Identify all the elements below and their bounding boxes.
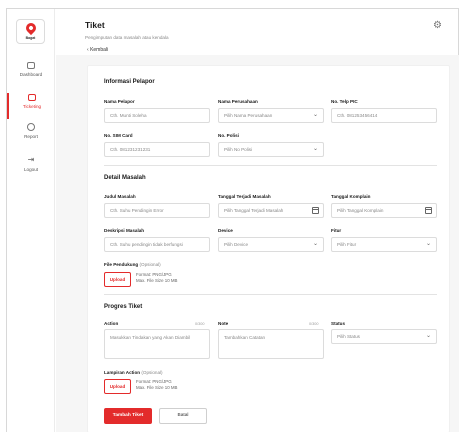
judul-masalah-label: Judul Masalah [104,194,136,199]
note-textarea[interactable]: Tambahkan Catatan [218,329,324,359]
sidebar-item-label: Logout [23,167,39,172]
file-size-hint: Max. File Size 10 MB [136,278,178,283]
page-subtitle: Pengimputan data masalah atau kendala [85,35,169,40]
back-label: Kembali [90,47,109,53]
calendar-icon [312,207,319,214]
file-pendukung-title: File Pendukung [104,262,139,267]
gear-icon[interactable]: ⚙ [433,21,442,31]
section-title-pelapor: Informasi Pelapor [104,79,155,85]
lampiran-action-label: Lampiran Action (Opsional) [104,370,163,375]
logo-text: Bagat [25,36,36,40]
nama-pelapor-label: Nama Pelapor [104,99,135,104]
optional-tag: (Opsional) [141,370,163,375]
back-link[interactable]: ‹ Kembali [87,47,108,53]
logout-icon: ⇥ [27,155,35,164]
select-value: Pilih Nama Perusahaan [224,113,273,118]
nama-perusahaan-label: Nama Perusahaan [218,99,258,104]
sidebar-item-label: Ticketing [22,104,42,109]
action-label: Action [104,321,119,326]
datepicker-value: Pilih Tanggal Komplain [337,208,384,213]
no-polisi-select[interactable]: Pilih No Polisi ⌄ [218,142,324,157]
nama-pelapor-input[interactable]: Cth. Munti Soleha [104,108,210,123]
nama-perusahaan-select[interactable]: Pilih Nama Perusahaan ⌄ [218,108,324,123]
lampiran-hint: Format: PNG/JPG Max. File Size 10 MB [136,379,177,391]
sim-card-input[interactable]: Cth. 081231231231 [104,142,210,157]
chevron-down-icon: ⌄ [312,112,318,118]
sim-card-label: No. SIM Card [104,133,133,138]
dashboard-icon [27,62,35,69]
sidebar-item-logout[interactable]: ⇥ Logout [7,155,55,181]
fitur-label: Fitur [331,228,342,233]
select-value: Pilih Status [337,334,360,339]
device-label: Device [218,228,233,233]
app-logo[interactable]: Bagat [16,19,45,44]
datepicker-value: Pilih Tanggal Terjadi Masalah [224,208,284,213]
ticket-icon [28,94,36,101]
upload-file-button[interactable]: Upload [104,272,131,287]
upload-lampiran-button[interactable]: Upload [104,379,131,394]
status-label: Status [331,321,346,326]
action-textarea[interactable]: Masukkan Tindakan yang Akan Diambil [104,329,210,359]
tgl-komplain-datepicker[interactable]: Pilih Tanggal Komplain [331,203,437,218]
action-char-counter: 0/300 [195,322,205,326]
sidebar-item-report[interactable]: Report [7,123,55,149]
chevron-down-icon: ⌄ [312,241,318,247]
divider [104,294,437,295]
ticket-form: Informasi Pelapor Nama Pelapor Cth. Munt… [87,65,450,432]
report-icon [27,123,35,131]
note-label: Note [218,321,229,326]
file-hint: Format: PNG/JPG Max. File Size 10 MB [136,272,177,284]
sidebar-item-label: Dashboard [19,72,43,77]
status-select[interactable]: Pilih Status ⌄ [331,329,437,344]
tgl-komplain-label: Tanggal Komplain [331,194,371,199]
page-title: Tiket [85,20,105,30]
deskripsi-label: Deskripsi Masalah [104,228,145,233]
tgl-terjadi-label: Tanggal Terjadi Masalah [218,194,271,199]
chevron-left-icon: ‹ [87,47,89,53]
tambah-tiket-button[interactable]: Tambah Tiket [104,408,152,424]
chevron-down-icon: ⌄ [425,241,431,247]
section-title-progres: Progres Tiket [104,304,143,310]
telp-pic-label: No. Telp PIC [331,99,358,104]
lampiran-action-title: Lampiran Action [104,370,141,375]
chevron-down-icon: ⌄ [425,333,431,339]
calendar-icon [425,207,432,214]
sidebar-item-ticketing[interactable]: Ticketing [7,93,55,119]
tgl-terjadi-datepicker[interactable]: Pilih Tanggal Terjadi Masalah [218,203,324,218]
fitur-select[interactable]: Pilih Fitur ⌄ [331,237,437,252]
no-polisi-label: No. Polisi [218,133,239,138]
location-pin-icon [23,20,39,36]
app-window: Bagat Dashboard Ticketing Report ⇥ Logou… [6,8,459,432]
device-select[interactable]: Pilih Device ⌄ [218,237,324,252]
file-size-hint: Max. File Size 10 MB [136,385,178,390]
optional-tag: (Opsional) [139,262,161,267]
divider [104,165,437,166]
note-char-counter: 0/300 [309,322,319,326]
section-title-masalah: Detail Masalah [104,175,146,181]
chevron-down-icon: ⌄ [312,146,318,152]
deskripsi-input[interactable]: Cth. Suhu pendingin tidak berfungsi [104,237,210,252]
select-value: Pilih No Polisi [224,147,253,152]
file-pendukung-label: File Pendukung (Opsional) [104,262,161,267]
batal-button[interactable]: Batal [159,408,207,424]
judul-masalah-input[interactable]: Cth. Suhu Pendingin Error [104,203,210,218]
telp-pic-input[interactable]: Cth. 081253456414 [331,108,437,123]
sidebar: Bagat Dashboard Ticketing Report ⇥ Logou… [7,9,55,432]
sidebar-item-label: Report [24,134,38,139]
select-value: Pilih Device [224,242,248,247]
sidebar-item-dashboard[interactable]: Dashboard [7,61,55,87]
select-value: Pilih Fitur [337,242,357,247]
